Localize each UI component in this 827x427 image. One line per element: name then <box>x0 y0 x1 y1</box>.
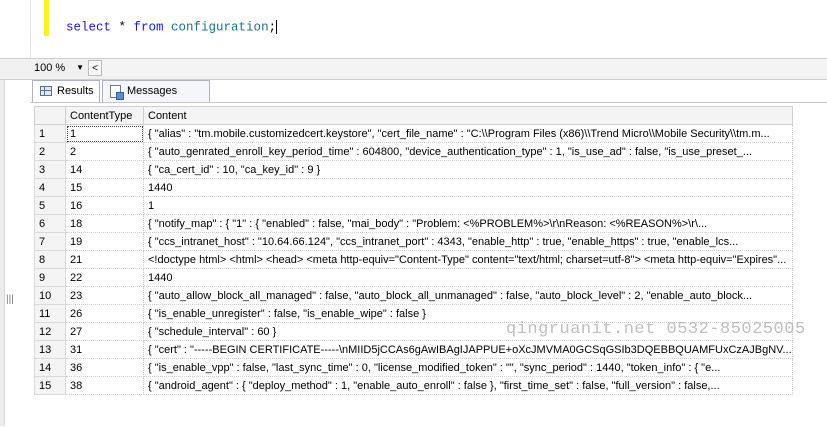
zoom-scroll-bar: 100 % ▼ < <box>0 58 827 80</box>
tab-messages[interactable]: Messages <box>102 80 210 102</box>
contenttype-cell[interactable]: 22 <box>65 268 144 287</box>
contenttype-cell[interactable]: 26 <box>65 304 144 323</box>
chevron-down-icon: ▼ <box>76 63 84 72</box>
contenttype-cell[interactable]: 19 <box>65 232 144 251</box>
table-row[interactable]: 13 31{ "cert" : "-----BEGIN CERTIFICATE--… <box>34 340 793 359</box>
contenttype-cell[interactable]: 15 <box>65 178 144 197</box>
scroll-left-button[interactable]: < <box>88 60 102 76</box>
zoom-dropdown[interactable]: 100 % ▼ <box>30 60 88 76</box>
content-cell[interactable]: { "is_enable_vpp" : false, "last_sync_ti… <box>143 358 793 377</box>
table-row[interactable]: 2 2{ "auto_genrated_enroll_key_period_tim… <box>34 142 793 161</box>
results-table: ContentType Content 1 1{ "alias" : "tm.mo… <box>34 106 793 395</box>
zoom-value: 100 % <box>34 62 66 74</box>
content-cell[interactable]: <!doctype html> <html> <head> <meta http… <box>143 250 793 269</box>
row-number-cell[interactable]: 4 <box>34 178 66 197</box>
grid-icon <box>40 86 52 96</box>
content-cell[interactable]: 1 <box>143 196 793 215</box>
row-number-cell[interactable]: 12 <box>34 322 66 341</box>
table-row[interactable]: 10 23{ "auto_allow_block_all_managed" : f… <box>34 286 793 305</box>
column-header-content[interactable]: Content <box>143 106 793 125</box>
results-body: 1 1{ "alias" : "tm.mobile.customizedcert.… <box>34 124 793 395</box>
row-number-cell[interactable]: 1 <box>34 124 66 143</box>
content-cell[interactable]: { "ca_cert_id" : 10, "ca_key_id" : 9 } <box>143 160 793 179</box>
watermark: qingruanit.net 0532-85025005 <box>506 320 806 339</box>
contenttype-cell[interactable]: 1 <box>65 124 144 143</box>
row-number-cell[interactable]: 3 <box>34 160 66 179</box>
table-row[interactable]: 3 14{ "ca_cert_id" : 10, "ca_key_id" : 9 … <box>34 160 793 179</box>
table-row[interactable]: 15 38{ "android_agent" : { "deploy_method… <box>34 376 793 395</box>
content-cell[interactable]: { "android_agent" : { "deploy_method" : … <box>143 376 793 395</box>
splitter-handle[interactable]: ||| <box>6 294 14 305</box>
content-cell[interactable]: { "cert" : "-----BEGIN CERTIFICATE-----\… <box>143 340 793 359</box>
row-number-cell[interactable]: 14 <box>34 358 66 377</box>
contenttype-cell[interactable]: 31 <box>65 340 144 359</box>
contenttype-cell[interactable]: 27 <box>65 322 144 341</box>
query-star: * <box>111 20 134 35</box>
content-cell[interactable]: { "auto_allow_block_all_managed" : false… <box>143 286 793 305</box>
text-cursor <box>276 20 278 34</box>
content-cell[interactable]: 1440 <box>143 268 793 287</box>
horizontal-scrollbar[interactable] <box>102 60 827 76</box>
chevron-left-icon: < <box>92 63 98 74</box>
contenttype-cell[interactable]: 16 <box>65 196 144 215</box>
table-row[interactable]: 7 19{ "ccs_intranet_host" : "10.64.66.124… <box>34 232 793 251</box>
contenttype-cell[interactable]: 36 <box>65 358 144 377</box>
query-text[interactable]: select * from configuration; <box>66 20 278 35</box>
table-row[interactable]: 1 1{ "alias" : "tm.mobile.customizedcert.… <box>34 124 793 143</box>
row-number-cell[interactable]: 10 <box>34 286 66 305</box>
query-editor[interactable]: select * from configuration; <box>0 0 827 58</box>
table-row[interactable]: 14 36{ "is_enable_vpp" : false, "last_syn… <box>34 358 793 377</box>
editor-gutter <box>30 0 31 58</box>
tab-messages-label: Messages <box>127 85 178 97</box>
table-row[interactable]: 5 16 1 <box>34 196 793 215</box>
row-number-header[interactable] <box>34 106 66 125</box>
row-number-cell[interactable]: 7 <box>34 232 66 251</box>
row-number-cell[interactable]: 5 <box>34 196 66 215</box>
contenttype-cell[interactable]: 2 <box>65 142 144 161</box>
column-header-contenttype[interactable]: ContentType <box>65 106 144 125</box>
row-number-cell[interactable]: 15 <box>34 376 66 395</box>
changed-line-marker <box>44 0 49 36</box>
row-number-cell[interactable]: 8 <box>34 250 66 269</box>
row-number-cell[interactable]: 2 <box>34 142 66 161</box>
query-terminator: ; <box>268 20 277 35</box>
contenttype-cell[interactable]: 18 <box>65 214 144 233</box>
contenttype-cell[interactable]: 21 <box>65 250 144 269</box>
keyword-from: from <box>133 20 164 35</box>
content-cell[interactable]: { "ccs_intranet_host" : "10.64.66.124", … <box>143 232 793 251</box>
table-row[interactable]: 9 22 1440 <box>34 268 793 287</box>
results-grid: ContentType Content 1 1{ "alias" : "tm.mo… <box>30 102 827 427</box>
table-row[interactable]: 4 15 1440 <box>34 178 793 197</box>
contenttype-cell[interactable]: 23 <box>65 286 144 305</box>
tab-results-label: Results <box>57 85 94 97</box>
content-cell[interactable]: { "auto_genrated_enroll_key_period_time"… <box>143 142 793 161</box>
table-row[interactable]: 8 21 <!doctype html> <html> <head> <meta h… <box>34 250 793 269</box>
row-number-cell[interactable]: 11 <box>34 304 66 323</box>
row-number-cell[interactable]: 13 <box>34 340 66 359</box>
table-name: configuration <box>163 20 269 35</box>
row-number-cell[interactable]: 6 <box>34 214 66 233</box>
content-cell[interactable]: { "alias" : "tm.mobile.customizedcert.ke… <box>143 124 793 143</box>
message-icon <box>110 85 124 100</box>
content-cell[interactable]: 1440 <box>143 178 793 197</box>
content-cell[interactable]: { "notify_map" : { "1" : { "enabled" : f… <box>143 214 793 233</box>
table-row[interactable]: 6 18{ "notify_map" : { "1" : { "enabled" … <box>34 214 793 233</box>
contenttype-cell[interactable]: 38 <box>65 376 144 395</box>
header-row: ContentType Content <box>34 106 793 125</box>
contenttype-cell[interactable]: 14 <box>65 160 144 179</box>
keyword-select: select <box>66 20 112 35</box>
row-number-cell[interactable]: 9 <box>34 268 66 287</box>
tab-results[interactable]: Results <box>32 80 100 102</box>
